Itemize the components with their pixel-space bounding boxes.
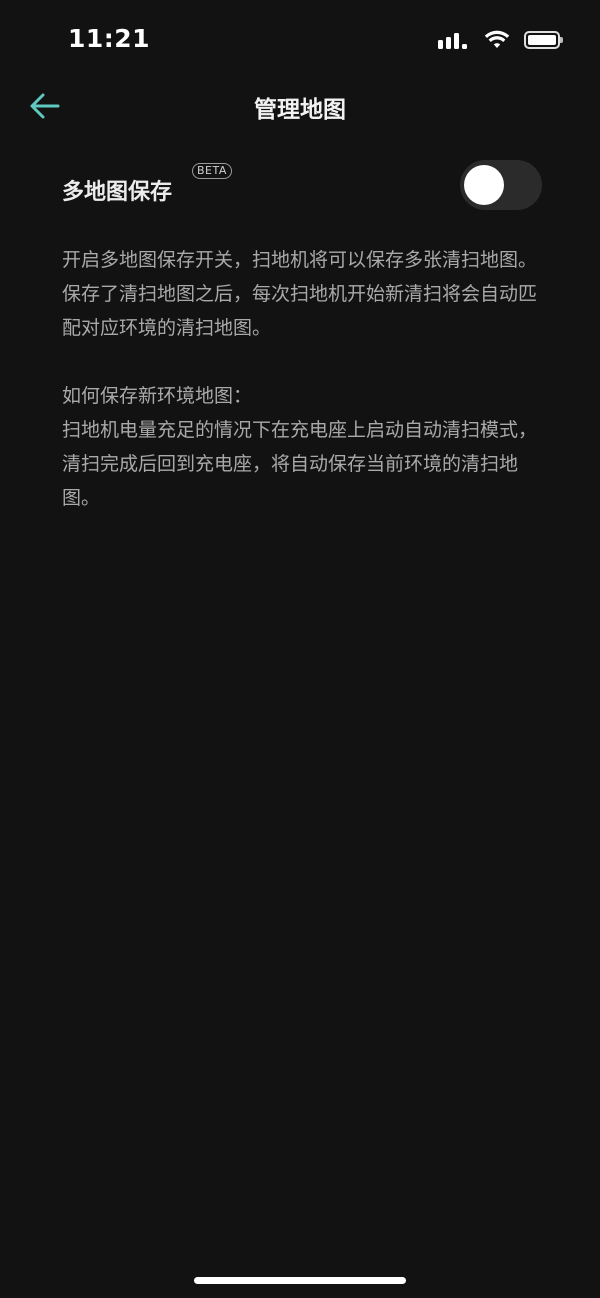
status-time: 11:21 [68, 24, 151, 53]
multi-map-save-label: 多地图保存 [62, 180, 173, 205]
home-indicator[interactable] [194, 1277, 406, 1284]
toggle-knob [464, 165, 504, 205]
battery-icon [524, 31, 563, 49]
screen: 11:21 管理地图 多地图保存 BETA 开启多地图保存开关，扫地机将可以保存… [0, 0, 600, 1298]
page-title: 管理地图 [254, 97, 346, 123]
wifi-icon [484, 30, 510, 48]
description: 开启多地图保存开关，扫地机将可以保存多张清扫地图。保存了清扫地图之后，每次扫地机… [62, 243, 538, 515]
description-paragraph: 开启多地图保存开关，扫地机将可以保存多张清扫地图。保存了清扫地图之后，每次扫地机… [62, 249, 538, 339]
beta-badge: BETA [192, 163, 232, 179]
status-icons [438, 26, 563, 54]
how-to-paragraph: 扫地机电量充足的情况下在充电座上启动自动清扫模式，清扫完成后回到充电座，将自动保… [62, 419, 538, 509]
how-to-heading: 如何保存新环境地图： [62, 385, 253, 407]
status-bar: 11:21 [0, 0, 600, 80]
cellular-signal-icon [438, 29, 470, 51]
multi-map-save-toggle[interactable] [460, 160, 542, 210]
multi-map-save-row: 多地图保存 BETA [62, 160, 542, 214]
header: 管理地图 [0, 80, 600, 134]
